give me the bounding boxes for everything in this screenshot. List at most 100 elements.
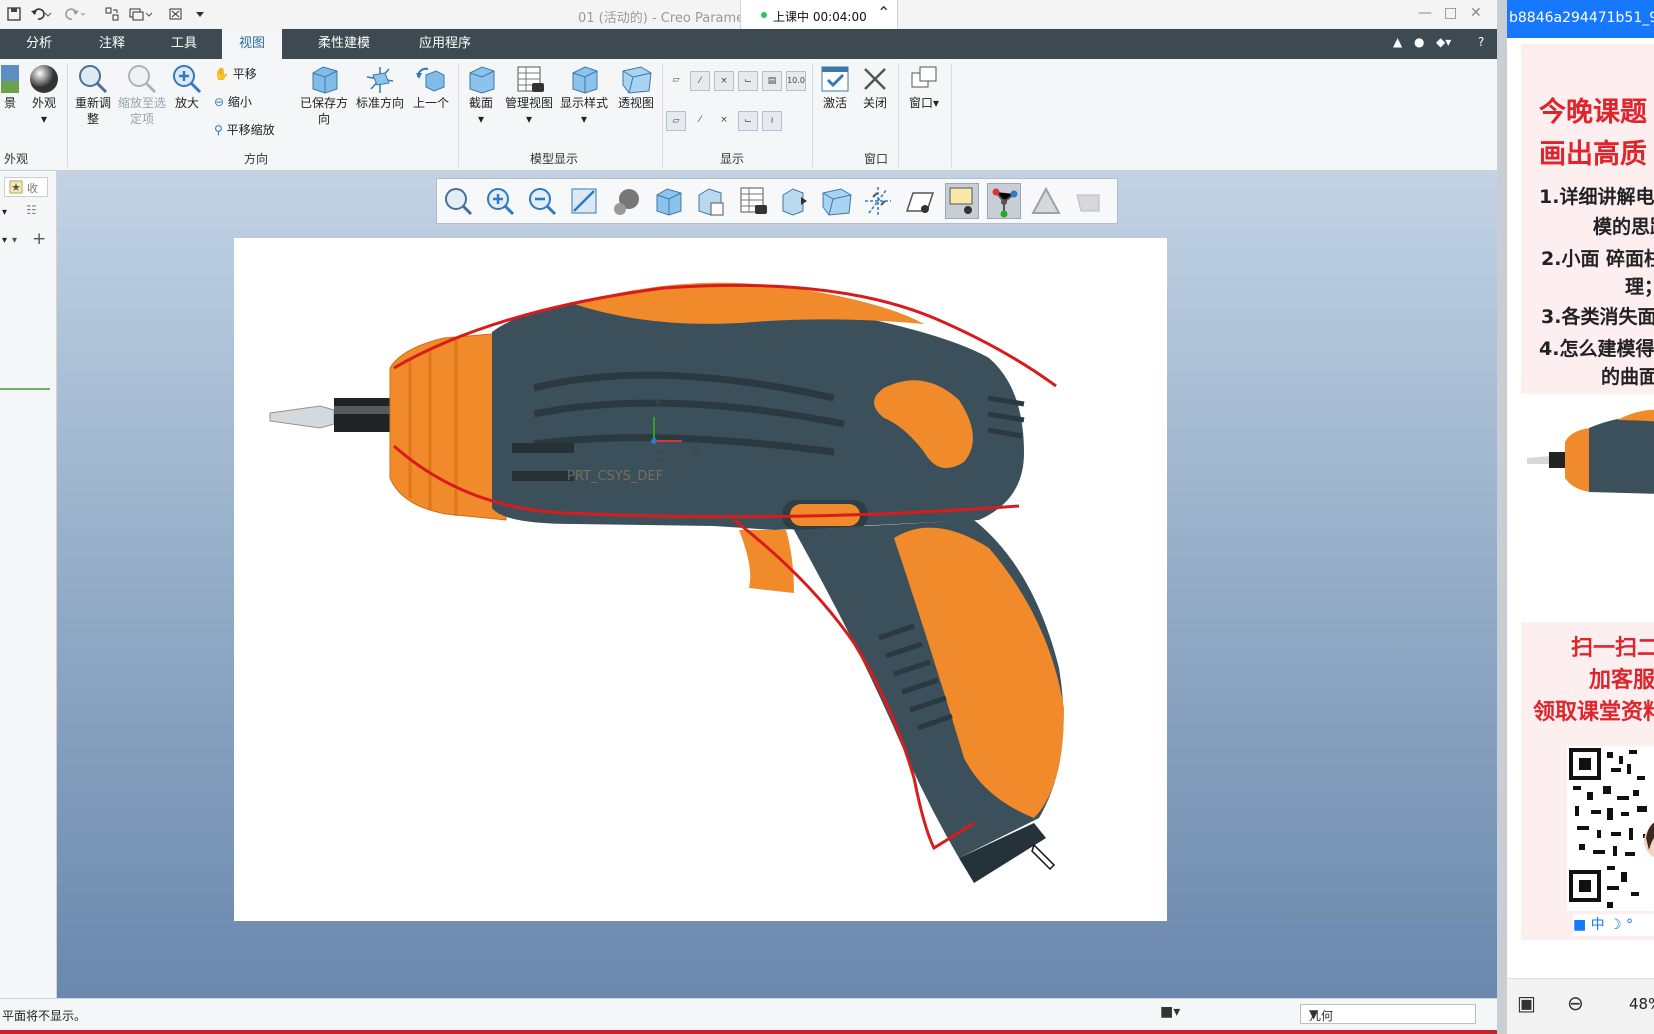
window-button[interactable]: 窗口▾: [904, 63, 944, 111]
maximize-button[interactable]: □: [1444, 5, 1457, 21]
triangle-tool[interactable]: [1029, 183, 1063, 219]
qr-footer-icons: ■ 中 ☽ °: [1573, 914, 1654, 936]
tree-settings-icon[interactable]: ☷: [26, 203, 37, 217]
perspective-button[interactable]: 透视图: [614, 63, 658, 111]
activate-icon: [821, 66, 849, 92]
group-label-model-display[interactable]: 模型显示: [530, 150, 578, 167]
activate-button[interactable]: 激活: [818, 63, 852, 111]
manage-views-button[interactable]: 管理视图 ▾: [504, 63, 554, 127]
display-style-button[interactable]: 显示样式 ▾: [558, 63, 610, 127]
pan-zoom-button[interactable]: ⚲ 平移缩放: [214, 121, 275, 138]
group-label-window[interactable]: 窗口: [864, 150, 888, 167]
standard-orientation-icon: [366, 67, 394, 93]
datum-display-tool[interactable]: [861, 183, 895, 219]
save-icon[interactable]: [6, 6, 22, 22]
close-window-button[interactable]: 关闭: [858, 63, 892, 111]
tab-tools[interactable]: 工具: [158, 29, 210, 59]
qr-code[interactable]: [1567, 746, 1654, 911]
undo-icon[interactable]: [30, 6, 52, 22]
zoom-out-icon[interactable]: ⊖: [1567, 991, 1584, 1015]
point-display-icon[interactable]: ×: [714, 71, 734, 91]
point-tag-icon[interactable]: ×: [714, 111, 734, 131]
tree-filter-icon[interactable]: ▾: [2, 235, 7, 246]
tree-expand-icon[interactable]: ▾: [12, 235, 17, 246]
section-tool[interactable]: [819, 183, 853, 219]
spin-center-tool[interactable]: [987, 183, 1021, 219]
close-button[interactable]: ✕: [1470, 5, 1482, 21]
add-icon[interactable]: +: [32, 229, 46, 249]
group-label-show[interactable]: 显示: [720, 150, 744, 167]
section-button[interactable]: 截面 ▾: [464, 63, 498, 127]
shading-icon: [614, 189, 639, 215]
tab-analysis[interactable]: 分析: [12, 29, 66, 59]
chevron-up-icon[interactable]: ⌃: [877, 3, 890, 22]
tab-flexible-modeling[interactable]: 柔性建模: [306, 29, 382, 59]
refit-tool[interactable]: [441, 183, 475, 219]
pan-button[interactable]: ✋ 平移: [214, 65, 257, 82]
shadow-tool[interactable]: [1071, 183, 1105, 219]
axis-tag-icon[interactable]: ⁄: [690, 111, 710, 131]
zoom-to-selected-button[interactable]: 缩放至选定项: [118, 63, 166, 127]
group-separator: [951, 63, 952, 167]
star-icon: [9, 180, 23, 194]
plane-display-tool[interactable]: [903, 183, 937, 219]
refit-button[interactable]: 重新调整: [72, 63, 114, 127]
cursor-icon: [1031, 843, 1056, 871]
spin-center-icon[interactable]: ≀: [762, 111, 782, 131]
csys-display-icon[interactable]: ⌙: [738, 71, 758, 91]
fit-screen-icon[interactable]: ▣: [1517, 991, 1536, 1015]
display-style-tool[interactable]: [609, 183, 643, 219]
user-icon[interactable]: ●: [1414, 35, 1424, 49]
help-icon[interactable]: ?: [1478, 35, 1484, 49]
previous-orientation-button[interactable]: 上一个: [410, 63, 452, 111]
tree-dropdown-icon[interactable]: ▾: [2, 207, 7, 218]
zoom-out-tool[interactable]: [525, 183, 559, 219]
view-manager-tool[interactable]: [735, 183, 769, 219]
group-label-orientation[interactable]: 方向: [244, 150, 268, 167]
zoom-in-tool[interactable]: [483, 183, 517, 219]
annotation-display-tool[interactable]: [945, 183, 979, 219]
banner-headline-2: 画出高质: [1539, 139, 1647, 170]
repaint-tool[interactable]: [567, 183, 601, 219]
saved-orientation-tool[interactable]: [651, 183, 685, 219]
collapse-ribbon-icon[interactable]: ▲: [1393, 35, 1402, 49]
annotation-display-icon[interactable]: ▤: [762, 71, 782, 91]
chevron-down-icon[interactable]: [194, 6, 206, 22]
redo-icon[interactable]: [64, 6, 86, 22]
zoom-selected-icon: [128, 65, 157, 94]
saved-orientations-button[interactable]: 已保存方向: [298, 63, 350, 127]
dimension-display-icon[interactable]: 10.0: [786, 71, 806, 91]
tab-view[interactable]: 视图: [222, 29, 282, 59]
zoom-in-icon: [173, 65, 202, 94]
window-divider[interactable]: [1497, 0, 1507, 1034]
perspective-tool[interactable]: [777, 183, 811, 219]
zoom-in-button[interactable]: 放大: [170, 63, 204, 111]
named-views-tool[interactable]: [693, 183, 727, 219]
zoom-out-button[interactable]: ⊖ 缩小: [214, 93, 252, 110]
selection-filter-dropdown[interactable]: 几何 ▼: [1300, 1004, 1476, 1024]
tab-applications[interactable]: 应用程序: [406, 29, 484, 59]
standard-orientation-button[interactable]: 标准方向: [354, 63, 406, 111]
close-small-icon[interactable]: [168, 6, 184, 22]
scene-gallery-button[interactable]: 景: [0, 63, 20, 111]
drill-thumbnail-image: [1527, 409, 1654, 494]
pan-zoom-icon: ⚲: [214, 123, 223, 137]
csys-tag-icon[interactable]: ⌙: [738, 111, 758, 131]
plane-display-icon[interactable]: ▱: [666, 71, 686, 91]
appearance-button[interactable]: 外观 ▾: [24, 63, 64, 127]
plane-tag-icon[interactable]: ▱: [666, 111, 686, 131]
minimize-button[interactable]: —: [1418, 5, 1432, 21]
group-label-appearance[interactable]: 外观: [4, 150, 28, 167]
group-separator: [67, 63, 68, 167]
windows-icon[interactable]: [128, 6, 154, 22]
tab-annotate[interactable]: 注释: [86, 29, 138, 59]
graphics-window[interactable]: Y X Z PRT_CSYS_DEF: [57, 171, 1497, 998]
live-status-pill[interactable]: 上课中 00:04:00 ⌃: [740, 0, 898, 30]
banner-point-1: 1.详细讲解电: [1539, 186, 1654, 208]
favorites-tab[interactable]: 收: [4, 177, 48, 197]
find-icon[interactable]: ■▾: [1160, 1004, 1180, 1020]
settings-icon[interactable]: ◆▾: [1436, 35, 1451, 49]
regenerate-icon[interactable]: [104, 6, 120, 22]
axis-display-icon[interactable]: ⁄: [690, 71, 710, 91]
spin-center-icon: [992, 188, 1018, 218]
